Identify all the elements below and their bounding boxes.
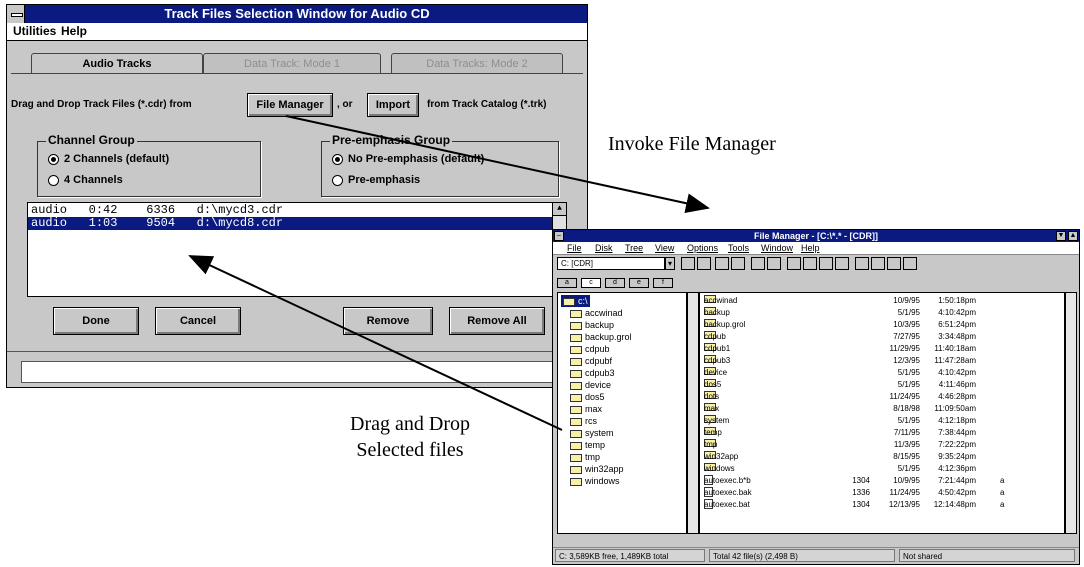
drag-arrow xyxy=(188,255,563,431)
annotation-arrows xyxy=(188,115,710,431)
invoke-arrow xyxy=(285,115,710,214)
